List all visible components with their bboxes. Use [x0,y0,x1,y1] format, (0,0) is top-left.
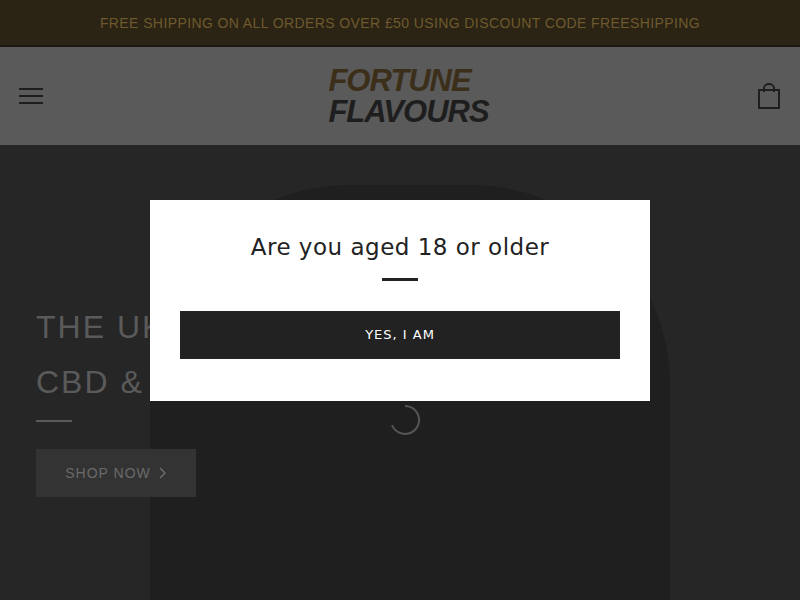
confirm-age-button[interactable]: YES, I AM [180,311,620,359]
site-header: FORTUNEFLAVOURS [0,47,800,145]
modal-title: Are you aged 18 or older [251,234,550,260]
modal-divider [382,278,418,281]
age-gate-overlay: Are you aged 18 or older YES, I AM [0,0,800,600]
shop-now-button[interactable]: SHOP NOW [36,449,196,497]
cart-icon[interactable] [758,83,780,109]
hero-headline: THE UK [36,300,165,355]
logo-line-2: FLAVOURS [328,96,488,127]
announcement-text: FREE SHIPPING ON ALL ORDERS OVER £50 USI… [100,15,700,31]
logo-line-1: FORTUNE [328,65,470,96]
logo[interactable]: FORTUNEFLAVOURS [328,65,488,127]
announcement-bar: FREE SHIPPING ON ALL ORDERS OVER £50 USI… [0,0,800,47]
hero-divider [36,420,72,422]
age-gate-modal: Are you aged 18 or older YES, I AM [150,200,650,401]
menu-icon[interactable] [19,87,43,105]
chevron-right-icon [159,467,167,479]
page: FREE SHIPPING ON ALL ORDERS OVER £50 USI… [0,0,800,600]
loading-spinner-icon [388,403,422,437]
